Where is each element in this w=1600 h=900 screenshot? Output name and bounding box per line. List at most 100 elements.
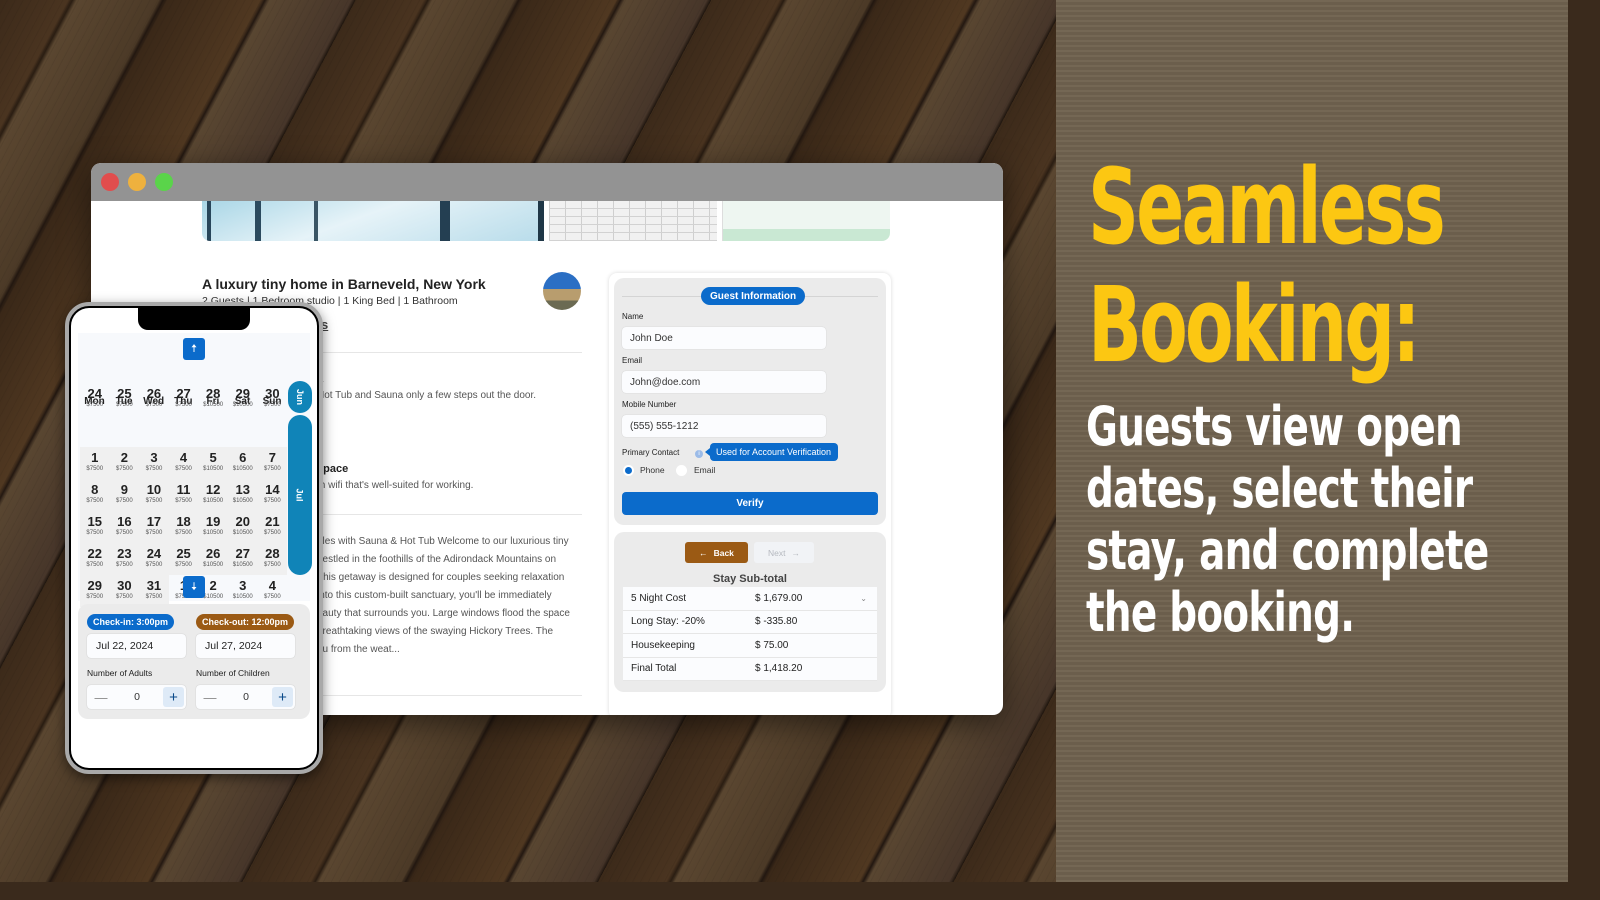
day-number: 12 (205, 482, 221, 497)
name-input[interactable]: John Doe (622, 327, 826, 349)
calendar-day[interactable]: 21 $7500 (257, 511, 288, 543)
calendar-day[interactable]: 28 $7500 (257, 543, 288, 575)
calendar-day[interactable]: 4 $7500 (168, 447, 199, 479)
children-value[interactable]: 0 (236, 685, 256, 709)
day-price: $10500 (232, 466, 253, 472)
children-increment-button[interactable]: + (272, 687, 293, 707)
calendar-day[interactable]: 1$7500 (80, 447, 110, 479)
phone-notch (138, 308, 250, 330)
day-number: 28 (265, 546, 280, 561)
maximize-window-button[interactable] (155, 173, 173, 191)
photo-bathroom[interactable] (549, 201, 717, 241)
day-number: 25 (117, 386, 132, 401)
children-decrement-button[interactable]: — (200, 685, 220, 709)
calendar-day[interactable]: 24 $7500 (80, 383, 110, 415)
calendar-day[interactable]: 30 $7500 (109, 575, 140, 607)
scroll-up-button[interactable]: 🠅 (183, 338, 205, 360)
cost-value: $ 75.00 (755, 639, 789, 651)
calendar-day[interactable]: 31 $7500 (139, 575, 169, 607)
calendar-day[interactable]: 7 $7500 (257, 447, 288, 479)
calendar-day[interactable]: 17 $7500 (139, 511, 169, 543)
day-number: 24 (146, 546, 162, 561)
checkout-date-input[interactable]: Jul 27, 2024 (196, 634, 295, 658)
calendar-day[interactable]: 6 $10500 (228, 447, 258, 479)
photo-floor-plan[interactable]: ⠿ Show all photos (722, 201, 890, 241)
calendar-day[interactable]: 27 $7500 (169, 383, 199, 415)
month-tab-jul[interactable]: Jul (288, 415, 312, 575)
arrow-left-icon: ← (699, 547, 708, 558)
headline-line-1: Seamless (1088, 146, 1446, 268)
calendar-day[interactable]: 20 $10500 (228, 511, 258, 543)
day-price: $7500 (116, 402, 133, 408)
back-button[interactable]: ← Back (685, 542, 748, 563)
day-price: $7500 (264, 402, 281, 408)
month-label: Jul (294, 488, 305, 502)
calendar-day[interactable]: 3 $7500 (139, 447, 169, 479)
calendar-day[interactable]: 14 $7500 (257, 479, 288, 511)
calendar-day[interactable]: 19 $10500 (198, 511, 228, 543)
next-button-label: Next (768, 547, 786, 558)
host-avatar[interactable] (543, 272, 581, 310)
calendar-day[interactable]: 26 $10500 (198, 543, 228, 575)
back-button-label: Back (713, 547, 734, 558)
phone-radio[interactable] (623, 465, 634, 476)
calendar-day[interactable]: 25 $7500 (110, 383, 140, 415)
calendar-day[interactable]: 2 $7500 (109, 447, 140, 479)
calendar-day[interactable]: 24 $7500 (139, 543, 169, 575)
adults-increment-button[interactable]: + (163, 687, 184, 707)
calendar-day[interactable]: 3 $10500 (228, 575, 258, 607)
adults-value[interactable]: 0 (127, 685, 147, 709)
checkin-time-badge: Check-in: 3:00pm (87, 614, 175, 630)
checkin-date-input[interactable]: Jul 22, 2024 (87, 634, 186, 658)
calendar-day[interactable]: 13 $10500 (228, 479, 258, 511)
calendar-day[interactable]: 22 $7500 (80, 543, 110, 575)
photo-snowy-forest[interactable] (202, 201, 544, 241)
verify-button[interactable]: Verify (622, 492, 878, 515)
calendar-day[interactable]: 23 $7500 (109, 543, 140, 575)
day-number: 3 (150, 450, 158, 465)
calendar-day[interactable]: 8 $7500 (80, 479, 110, 511)
calendar-day[interactable]: 29 $7500 (80, 575, 110, 607)
email-radio[interactable] (676, 465, 687, 476)
cost-row[interactable]: 5 Night Cost $ 1,679.00 ⌄ (623, 587, 877, 611)
day-number: 8 (91, 482, 99, 497)
calendar-day[interactable]: 16 $7500 (109, 511, 140, 543)
day-price: $7500 (86, 466, 104, 472)
calendar-day[interactable]: 25 $7500 (168, 543, 199, 575)
email-radio-label: Email (694, 465, 716, 475)
email-input[interactable]: John@doe.com (622, 371, 826, 393)
day-price: $7500 (264, 466, 281, 472)
listing-description: ples with Sauna & Hot Tub Welcome to our… (317, 536, 570, 655)
day-price: $10500 (232, 530, 253, 536)
day-price: $7500 (145, 594, 163, 600)
calendar-day[interactable]: 12 $10500 (198, 479, 228, 511)
calendar-day[interactable]: 15 $7500 (80, 511, 110, 543)
month-tab-jun[interactable]: Jun (288, 381, 312, 413)
cost-row: Long Stay: -20% $ -335.80 (623, 610, 877, 634)
calendar-day[interactable]: 27 $10500 (228, 543, 258, 575)
mobile-input[interactable]: (555) 555-1212 (622, 415, 826, 437)
info-icon[interactable]: i (695, 450, 703, 458)
month-label: Jun (294, 388, 305, 406)
calendar-day[interactable]: 29 $10500 (228, 383, 258, 415)
calendar-day[interactable]: 9 $7500 (109, 479, 140, 511)
adults-decrement-button[interactable]: — (91, 685, 111, 709)
name-label: Name (622, 312, 644, 321)
close-window-button[interactable] (101, 173, 119, 191)
calendar-day[interactable]: 11 $7500 (168, 479, 199, 511)
calendar-day[interactable]: 18 $7500 (168, 511, 199, 543)
scroll-down-button[interactable]: 🠇 (183, 576, 205, 598)
calendar-day[interactable]: 30 $7500 (258, 383, 288, 415)
day-number: 29 (235, 386, 250, 401)
headline: Seamless Booking: (1088, 146, 1446, 384)
calendar-day[interactable]: 4 $7500 (258, 575, 288, 607)
calendar-day[interactable]: 28 $10500 (198, 383, 228, 415)
day-price: $7500 (145, 530, 163, 536)
next-button[interactable]: Next → (754, 542, 814, 563)
chevron-down-icon[interactable]: ⌄ (860, 594, 867, 603)
mobile-label: Mobile Number (622, 400, 677, 409)
calendar-day[interactable]: 10 $7500 (139, 479, 169, 511)
minimize-window-button[interactable] (128, 173, 146, 191)
calendar-day[interactable]: 5 $10500 (198, 447, 228, 479)
calendar-day[interactable]: 26 $7500 (139, 383, 169, 415)
